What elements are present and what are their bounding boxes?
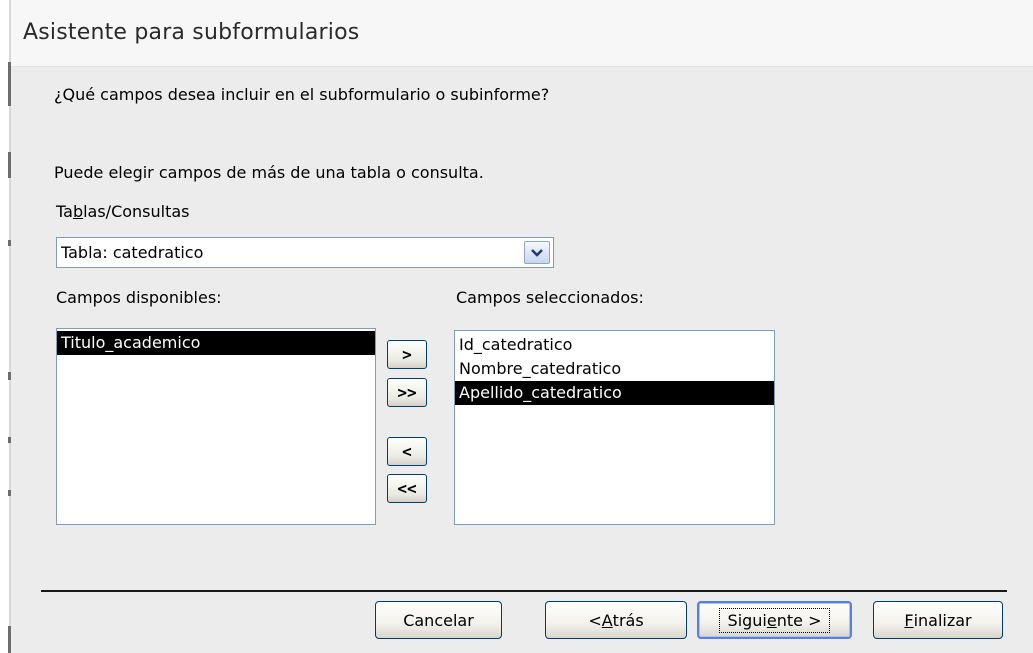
label-part: las/Consultas <box>83 202 190 221</box>
list-item[interactable]: Nombre_catedratico <box>455 357 774 381</box>
button-label-part: nte > <box>776 610 822 630</box>
available-fields-list[interactable]: Titulo_academico <box>56 328 376 525</box>
tables-queries-dropdown[interactable]: Tabla: catedratico <box>56 237 554 268</box>
button-label-part: inalizar <box>913 610 972 630</box>
available-fields-label: Campos disponibles: <box>56 288 222 307</box>
list-item[interactable]: Id_catedratico <box>455 333 774 357</box>
subform-wizard-dialog: Asistente para subformularios ¿Qué campo… <box>11 0 1033 653</box>
selected-fields-list[interactable]: Id_catedratico Nombre_catedratico Apelli… <box>454 330 775 525</box>
mnemonic-letter: F <box>904 610 914 630</box>
finish-button[interactable]: Finalizar <box>873 601 1003 639</box>
add-all-fields-button[interactable]: >> <box>387 378 427 407</box>
button-label-part: < <box>588 610 602 630</box>
hint-text: Puede elegir campos de más de una tabla … <box>54 163 484 182</box>
dialog-title: Asistente para subformularios <box>23 20 360 45</box>
back-button[interactable]: < Atrás <box>545 601 687 639</box>
list-item[interactable]: Titulo_academico <box>57 331 375 355</box>
tables-queries-label: Tablas/Consultas <box>56 202 190 221</box>
title-bar: Asistente para subformularios <box>11 0 1033 67</box>
label-part: Ta <box>56 202 73 221</box>
focus-outline: Siguiente > <box>718 607 831 633</box>
mnemonic-letter: b <box>72 202 84 221</box>
add-field-button[interactable]: > <box>387 340 427 369</box>
remove-field-button[interactable]: < <box>387 437 427 466</box>
selected-fields-label: Campos seleccionados: <box>456 288 644 307</box>
remove-all-fields-button[interactable]: << <box>387 474 427 503</box>
list-item[interactable]: Apellido_catedratico <box>455 381 774 405</box>
next-button[interactable]: Siguiente > <box>697 601 852 639</box>
button-label-part: Sigui <box>727 610 767 630</box>
footer-divider <box>41 590 1007 592</box>
chevron-down-icon <box>531 248 543 257</box>
button-label-part: trás <box>612 610 644 630</box>
dropdown-button[interactable] <box>524 241 550 264</box>
cancel-button[interactable]: Cancelar <box>375 601 502 639</box>
question-text: ¿Qué campos desea incluir en el subformu… <box>54 85 550 104</box>
mnemonic-letter: e <box>766 610 777 630</box>
mnemonic-letter: A <box>601 610 613 630</box>
dropdown-value: Tabla: catedratico <box>61 243 204 262</box>
